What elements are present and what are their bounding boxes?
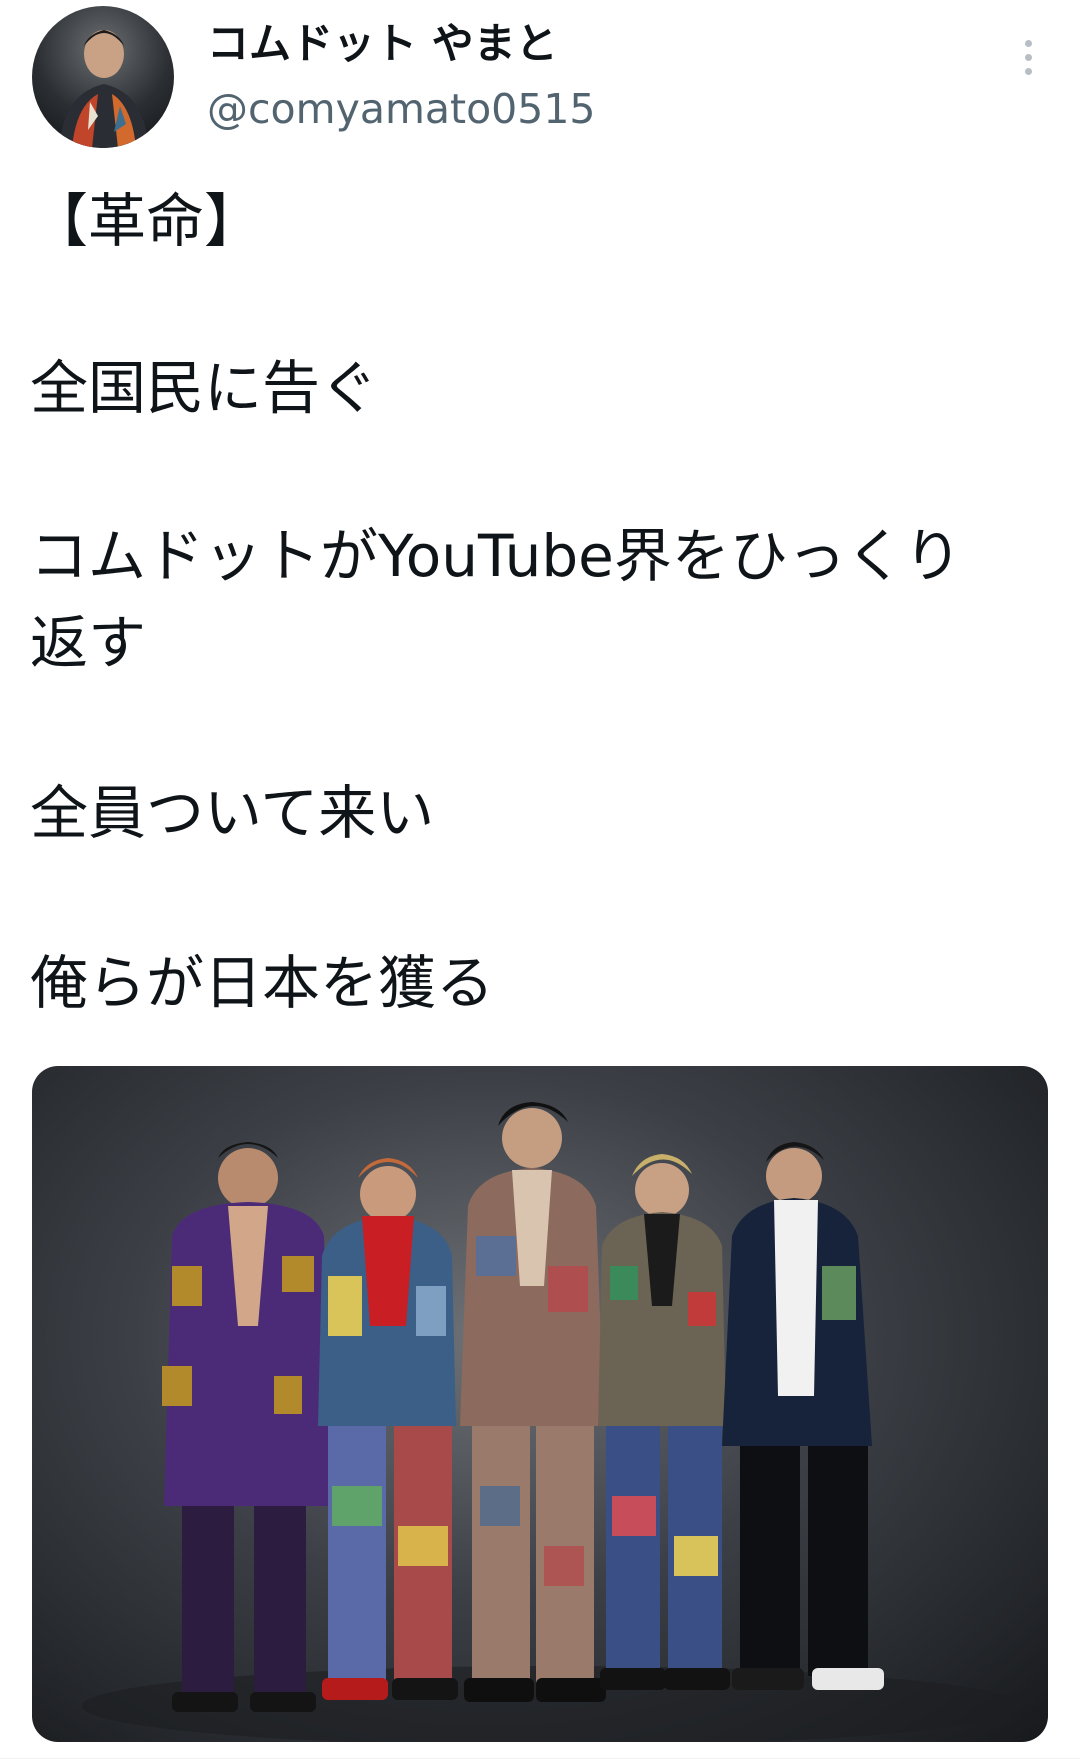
more-vertical-icon <box>1024 39 1032 47</box>
more-vertical-icon-dot <box>1024 53 1032 61</box>
person-figure <box>162 1142 332 1712</box>
more-vertical-icon-dot <box>1024 67 1032 75</box>
person-figure <box>318 1158 458 1700</box>
group-photo <box>82 1102 1022 1742</box>
tweet-text-line: 返す <box>30 609 147 677</box>
person-figure <box>722 1142 884 1690</box>
avatar-photo <box>60 30 148 148</box>
tweet-text-line: 全員ついて来い <box>30 779 435 847</box>
tweet-text-line: 俺らが日本を獲る <box>30 949 495 1017</box>
tweet-text-line: コムドットがYouTube界をひっくり <box>30 522 962 590</box>
tweet-header: コムドット やまと @comyamato0515 <box>0 0 1080 150</box>
tweet-media-photo[interactable] <box>32 1066 1048 1742</box>
tweet-text-line: 【革命】 <box>30 187 263 255</box>
avatar[interactable] <box>32 6 174 148</box>
tweet-text-line: 全国民に告ぐ <box>30 354 379 422</box>
display-name[interactable]: コムドット やまと <box>207 16 558 72</box>
person-figure <box>460 1102 606 1702</box>
divider <box>0 1758 1080 1759</box>
person-figure <box>598 1154 730 1690</box>
more-options-button[interactable] <box>1008 22 1048 92</box>
user-handle[interactable]: @comyamato0515 <box>207 82 596 136</box>
